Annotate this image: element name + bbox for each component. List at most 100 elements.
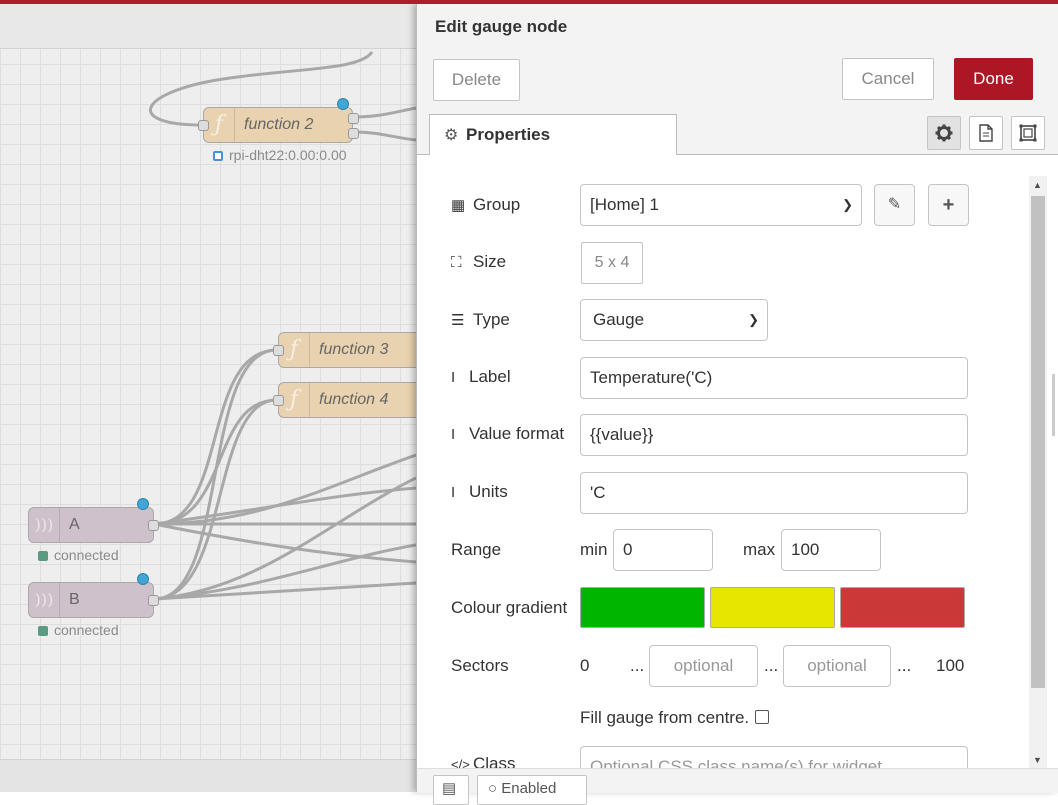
range-min-input[interactable]: 0 — [613, 529, 713, 571]
output-port[interactable] — [148, 595, 159, 606]
enabled-toggle[interactable]: ○ Enabled — [477, 775, 587, 805]
units-input[interactable]: 'C — [580, 472, 968, 514]
input-port[interactable] — [198, 120, 209, 131]
broadcast-icon: ))) — [29, 583, 60, 617]
top-accent-line — [0, 0, 1058, 4]
input-port[interactable] — [273, 395, 284, 406]
chevron-down-icon: ❯ — [748, 312, 759, 327]
node-status: connected — [38, 547, 119, 563]
panel-resize-handle[interactable] — [1052, 374, 1055, 436]
sector-end-value: 100 — [936, 656, 965, 675]
chevron-down-icon: ❯ — [842, 197, 853, 212]
group-row: ▦ Group [Home] 1 ❯ ✎ + — [427, 184, 1027, 226]
changed-indicator — [137, 573, 149, 585]
function-node[interactable]: ƒ function 2 — [198, 98, 359, 143]
workspace-footer — [0, 759, 416, 792]
node-status: connected — [38, 622, 119, 638]
frame-icon — [1019, 124, 1037, 142]
size-row: ⛶ Size 5 x 4 — [427, 242, 1027, 284]
tab-settings-button[interactable] — [927, 116, 961, 150]
colour-gradient-row: Colour gradient — [427, 587, 1027, 629]
function-node[interactable]: ƒ function 3 — [273, 332, 416, 368]
node-label: function 4 — [319, 391, 389, 408]
mqtt-in-node[interactable]: ))) A — [28, 498, 159, 543]
label-row: I Label Temperature('C) — [427, 357, 1027, 399]
output-port[interactable] — [348, 113, 359, 124]
type-select[interactable]: Gauge ❯ — [580, 299, 768, 341]
code-icon: </> — [451, 757, 470, 768]
book-icon: ▤ — [442, 780, 457, 797]
output-port[interactable] — [348, 128, 359, 139]
scroll-down-icon[interactable]: ▼ — [1033, 755, 1042, 765]
flow-workspace[interactable]: ƒ function 2 rpi-dht22:0.00:0.00 ƒ funct… — [0, 4, 416, 792]
size-frame-icon: ⛶ — [451, 254, 462, 271]
sector-dots: ... — [897, 656, 912, 675]
tray-toolbar: Delete Cancel Done — [417, 50, 1058, 109]
range-max-input[interactable]: 100 — [781, 529, 881, 571]
output-port[interactable] — [148, 520, 159, 531]
cancel-button[interactable]: Cancel — [842, 58, 934, 100]
colour-swatch-high[interactable] — [840, 587, 965, 628]
circle-icon: ○ — [488, 780, 498, 797]
tab-appearance-button[interactable] — [1011, 116, 1045, 150]
units-row: I Units 'C — [427, 472, 1027, 514]
class-row: </> Class Optional CSS class name(s) for … — [427, 746, 1027, 768]
text-cursor-icon: I — [451, 484, 456, 501]
sector-1-input[interactable]: optional — [649, 645, 758, 687]
group-select[interactable]: [Home] 1 ❯ — [580, 184, 862, 226]
label-input[interactable]: Temperature('C) — [580, 357, 968, 399]
changed-indicator — [337, 98, 349, 110]
text-cursor-icon: I — [451, 369, 456, 386]
scroll-thumb[interactable] — [1031, 196, 1045, 688]
node-label: B — [69, 591, 80, 608]
class-input[interactable]: Optional CSS class name(s) for widget — [580, 746, 968, 768]
size-picker-button[interactable]: 5 x 4 — [581, 242, 643, 284]
sector-2-input[interactable]: optional — [783, 645, 891, 687]
document-icon — [979, 124, 993, 142]
mqtt-in-node[interactable]: ))) B — [28, 573, 159, 618]
add-group-button[interactable]: + — [928, 184, 969, 226]
range-min-label: min — [580, 540, 608, 559]
tray-footer: ▤ ○ Enabled — [417, 768, 1058, 805]
gear-icon — [935, 124, 953, 142]
delete-button[interactable]: Delete — [433, 59, 520, 101]
fill-centre-checkbox[interactable] — [755, 710, 770, 724]
tray-tabs: ⚙ Properties — [417, 108, 1058, 155]
plus-icon: + — [942, 194, 955, 216]
form-scrollbar[interactable]: ▲ ▼ — [1029, 176, 1047, 768]
node-label: function 2 — [244, 116, 314, 133]
sector-dots: ... — [630, 656, 645, 675]
status-dot-icon — [38, 551, 48, 561]
sector-dots: ... — [764, 656, 779, 675]
node-label: function 3 — [319, 341, 389, 358]
done-button[interactable]: Done — [954, 58, 1033, 100]
broadcast-icon: ))) — [29, 508, 60, 542]
text-cursor-icon: I — [451, 426, 456, 443]
tab-description-button[interactable] — [969, 116, 1003, 150]
table-icon: ▦ — [451, 197, 466, 214]
scroll-up-icon[interactable]: ▲ — [1033, 180, 1042, 190]
edit-tray: Edit gauge node Delete Cancel Done ⚙ Pro… — [416, 4, 1058, 805]
fill-centre-label: Fill gauge from centre. — [580, 708, 750, 727]
range-row: Range min 0 max 100 — [427, 529, 1027, 571]
status-dot-icon — [38, 626, 48, 636]
input-port[interactable] — [273, 345, 284, 356]
value-format-row: I Value format {{value}} — [427, 414, 1027, 456]
edit-group-button[interactable]: ✎ — [874, 184, 915, 226]
node-status: rpi-dht22:0.00:0.00 — [213, 147, 347, 163]
info-button[interactable]: ▤ — [433, 775, 469, 805]
sectors-row: Sectors 0 ... optional ... optional ... … — [427, 645, 1027, 687]
value-format-input[interactable]: {{value}} — [580, 414, 968, 456]
tray-title: Edit gauge node — [435, 17, 568, 36]
type-row: ☰ Type Gauge ❯ — [427, 299, 1027, 341]
fill-centre-row: Fill gauge from centre. — [427, 702, 1027, 744]
range-max-label: max — [743, 540, 776, 559]
status-ring-icon — [213, 151, 223, 161]
colour-swatch-low[interactable] — [580, 587, 705, 628]
tab-properties[interactable]: ⚙ Properties — [429, 114, 677, 155]
colour-swatch-mid[interactable] — [710, 587, 835, 628]
tray-header: Edit gauge node — [417, 4, 1058, 51]
node-label: A — [69, 516, 80, 533]
function-node[interactable]: ƒ function 4 — [273, 382, 416, 418]
sector-start-value: 0 — [580, 656, 590, 675]
